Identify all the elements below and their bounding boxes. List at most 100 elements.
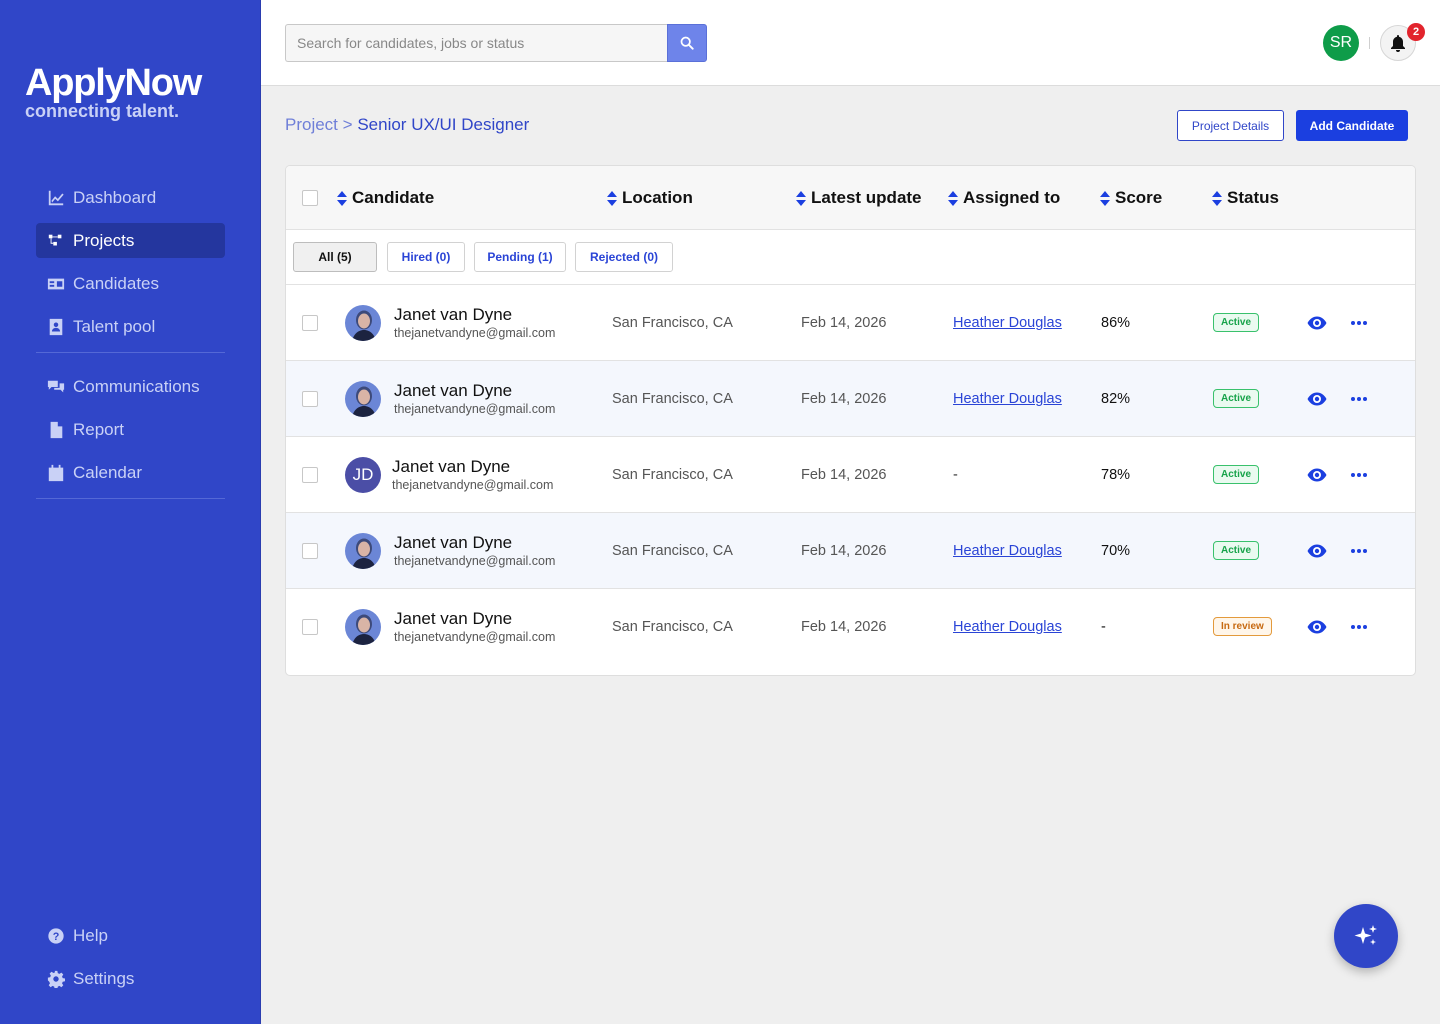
- nav-divider: [36, 352, 225, 353]
- main-nav: Dashboard Projects Candidates Talent poo…: [36, 180, 225, 515]
- column-header-status[interactable]: Status: [1212, 188, 1279, 208]
- comments-icon: [47, 380, 65, 392]
- more-options-icon[interactable]: [1350, 388, 1368, 410]
- divider: [1369, 37, 1370, 49]
- brand-name: ApplyNow: [25, 62, 202, 104]
- more-options-icon[interactable]: [1350, 312, 1368, 334]
- sidebar: ApplyNow connecting talent. Dashboard Pr…: [0, 0, 261, 1024]
- add-candidate-button[interactable]: Add Candidate: [1296, 110, 1408, 141]
- view-eye-icon[interactable]: [1306, 464, 1328, 486]
- filter-rejected[interactable]: Rejected (0): [575, 242, 673, 272]
- column-header-score[interactable]: Score: [1100, 188, 1162, 208]
- status-badge: Active: [1213, 465, 1260, 484]
- contact-book-icon: [49, 318, 63, 335]
- brand-tagline: connecting talent.: [25, 101, 180, 121]
- candidate-score: 86%: [1101, 315, 1131, 331]
- filter-hired[interactable]: Hired (0): [387, 242, 465, 272]
- sidebar-item-dashboard[interactable]: Dashboard: [36, 180, 225, 215]
- assigned-to-link[interactable]: Heather Douglas: [953, 391, 1062, 407]
- view-eye-icon[interactable]: [1306, 312, 1328, 334]
- latest-update: Feb 14, 2026: [801, 315, 887, 331]
- view-eye-icon[interactable]: [1306, 616, 1328, 638]
- assigned-to-link[interactable]: Heather Douglas: [953, 619, 1062, 635]
- table-row[interactable]: Janet van Dyne thejanetvandyne@gmail.com…: [286, 589, 1415, 665]
- candidates-table: Candidate Location Latest update Assigne…: [285, 165, 1416, 676]
- view-eye-icon[interactable]: [1306, 540, 1328, 562]
- sidebar-item-label: Settings: [73, 968, 135, 988]
- search-input[interactable]: [285, 24, 668, 62]
- svg-text:?: ?: [53, 931, 60, 943]
- sparkles-icon: [1354, 925, 1377, 945]
- sidebar-item-candidates[interactable]: Candidates: [36, 266, 225, 301]
- candidate-score: 78%: [1101, 467, 1131, 483]
- assigned-to-link[interactable]: Heather Douglas: [953, 543, 1062, 559]
- sidebar-item-calendar[interactable]: Calendar: [36, 455, 225, 490]
- column-header-latest-update[interactable]: Latest update: [796, 188, 922, 208]
- file-icon: [50, 421, 63, 438]
- candidate-name: Janet van Dyne: [394, 381, 513, 400]
- sidebar-item-label: Report: [73, 419, 125, 439]
- sidebar-item-report[interactable]: Report: [36, 412, 225, 447]
- brand-logo: ApplyNow connecting talent.: [25, 62, 202, 121]
- ai-assistant-button[interactable]: [1334, 904, 1398, 968]
- sidebar-item-talent-pool[interactable]: Talent pool: [36, 309, 225, 344]
- candidate-avatar: [345, 609, 381, 645]
- row-checkbox[interactable]: [302, 315, 318, 331]
- sidebar-item-projects[interactable]: Projects: [36, 223, 225, 258]
- filter-all[interactable]: All (5): [293, 242, 377, 272]
- latest-update: Feb 14, 2026: [801, 543, 887, 559]
- select-all-checkbox[interactable]: [302, 190, 318, 206]
- assigned-to-link[interactable]: Heather Douglas: [953, 315, 1062, 331]
- bell-icon: [1391, 35, 1405, 52]
- candidate-name: Janet van Dyne: [394, 305, 513, 324]
- more-options-icon[interactable]: [1350, 616, 1368, 638]
- chart-line-icon: [48, 190, 64, 205]
- table-row[interactable]: Janet van Dyne thejanetvandyne@gmail.com…: [286, 513, 1415, 589]
- more-options-icon[interactable]: [1350, 464, 1368, 486]
- column-header-assigned-to[interactable]: Assigned to: [948, 188, 1060, 208]
- row-checkbox[interactable]: [302, 543, 318, 559]
- footer-nav: ? Help Settings: [36, 918, 225, 1004]
- status-badge: Active: [1213, 541, 1260, 560]
- sidebar-item-label: Communications: [73, 376, 200, 396]
- search-button[interactable]: [667, 24, 707, 62]
- latest-update: Feb 14, 2026: [801, 467, 887, 483]
- column-header-candidate[interactable]: Candidate: [337, 188, 434, 208]
- table-row[interactable]: Janet van Dyne thejanetvandyne@gmail.com…: [286, 361, 1415, 437]
- sidebar-item-help[interactable]: ? Help: [36, 918, 225, 953]
- table-row[interactable]: Janet van Dyne thejanetvandyne@gmail.com…: [286, 285, 1415, 361]
- breadcrumb-parent[interactable]: Project: [285, 115, 338, 134]
- view-eye-icon[interactable]: [1306, 388, 1328, 410]
- candidate-email: thejanetvandyne@gmail.com: [394, 402, 556, 416]
- user-avatar[interactable]: SR: [1323, 25, 1359, 61]
- column-label: Status: [1227, 188, 1279, 207]
- sidebar-item-communications[interactable]: Communications: [36, 369, 225, 404]
- candidate-score: 70%: [1101, 543, 1131, 559]
- status-badge: In review: [1213, 617, 1272, 636]
- candidate-location: San Francisco, CA: [612, 467, 733, 483]
- row-checkbox[interactable]: [302, 467, 318, 483]
- sidebar-item-label: Projects: [73, 230, 135, 250]
- sort-icon: [796, 190, 806, 206]
- candidate-name: Janet van Dyne: [394, 533, 513, 552]
- candidate-email: thejanetvandyne@gmail.com: [394, 326, 556, 340]
- row-checkbox[interactable]: [302, 391, 318, 407]
- sidebar-item-settings[interactable]: Settings: [36, 961, 225, 996]
- project-details-button[interactable]: Project Details: [1177, 110, 1284, 141]
- row-checkbox[interactable]: [302, 619, 318, 635]
- sort-icon: [1100, 190, 1110, 206]
- more-options-icon[interactable]: [1350, 540, 1368, 562]
- candidate-location: San Francisco, CA: [612, 619, 733, 635]
- table-header: Candidate Location Latest update Assigne…: [286, 166, 1415, 230]
- question-circle-icon: ?: [48, 927, 64, 944]
- table-row[interactable]: JD Janet van Dyne thejanetvandyne@gmail.…: [286, 437, 1415, 513]
- projects-icon: [48, 234, 62, 245]
- sidebar-item-label: Help: [73, 925, 108, 945]
- candidate-name: Janet van Dyne: [392, 457, 511, 476]
- sort-icon: [948, 190, 958, 206]
- column-header-location[interactable]: Location: [607, 188, 693, 208]
- filter-chips: All (5) Hired (0) Pending (1) Rejected (…: [286, 230, 1415, 285]
- filter-pending[interactable]: Pending (1): [474, 242, 566, 272]
- sidebar-item-label: Talent pool: [73, 316, 156, 336]
- candidate-location: San Francisco, CA: [612, 543, 733, 559]
